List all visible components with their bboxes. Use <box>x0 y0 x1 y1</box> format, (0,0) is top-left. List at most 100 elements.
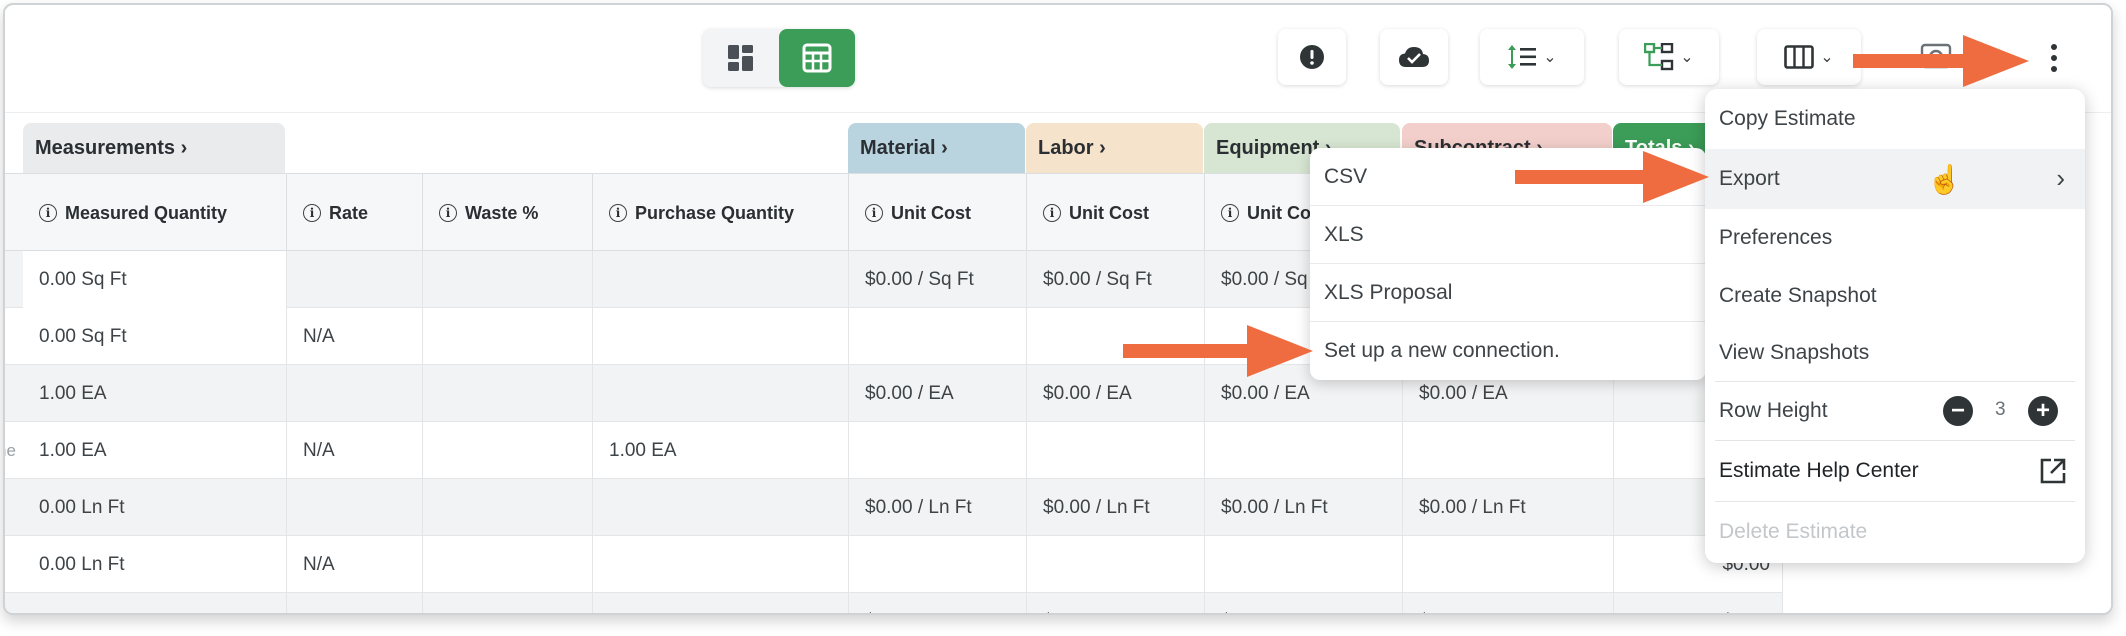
column-header-waste[interactable]: i Waste % <box>423 174 593 252</box>
row-height-item: Row Height − 3 + <box>1705 382 2085 440</box>
table-cell[interactable]: $0.00 / Ln Ft <box>1027 479 1205 536</box>
copy-estimate-item[interactable]: Copy Estimate <box>1705 89 2085 149</box>
info-icon[interactable]: i <box>303 204 321 222</box>
table-cell[interactable]: $0.00 / EA <box>1027 593 1205 613</box>
chevron-down-icon: ⌄ <box>1543 49 1557 66</box>
column-header-rate[interactable]: i Rate <box>287 174 423 252</box>
table-cell[interactable] <box>423 593 593 613</box>
info-icon[interactable]: i <box>609 204 627 222</box>
table-cell[interactable]: $0.00 / EA <box>849 593 1027 613</box>
info-icon[interactable]: i <box>39 204 57 222</box>
column-label: Unit Cost <box>1069 202 1149 223</box>
setup-connection-item[interactable]: Set up a new connection. <box>1310 322 1706 380</box>
table-cell[interactable] <box>593 308 849 365</box>
table-cell[interactable] <box>423 479 593 536</box>
table-cell[interactable]: N/A <box>287 536 423 593</box>
table-cell[interactable] <box>593 251 849 308</box>
help-center-item[interactable]: Estimate Help Center <box>1705 441 2085 501</box>
table-cell[interactable]: $0.00 / Sq Ft <box>849 251 1027 308</box>
table-cell[interactable] <box>849 308 1027 365</box>
hierarchy-dropdown[interactable]: ⌄ <box>1619 29 1719 85</box>
table-cell[interactable] <box>593 479 849 536</box>
table-cell[interactable]: $0.00 / EA <box>1403 593 1614 613</box>
preferences-item[interactable]: Preferences <box>1705 209 2085 267</box>
export-xls-item[interactable]: XLS <box>1310 206 1706 264</box>
column-header-purchase-quantity[interactable]: i Purchase Quantity <box>593 174 849 252</box>
plus-icon[interactable]: + <box>2028 396 2058 426</box>
table-cell[interactable] <box>287 365 423 422</box>
table-cell[interactable] <box>593 365 849 422</box>
chevron-right-icon: › <box>2056 163 2065 193</box>
table-cell[interactable] <box>1027 536 1205 593</box>
table-cell[interactable] <box>849 422 1027 479</box>
more-vertical-icon[interactable] <box>2039 35 2069 81</box>
table-cell[interactable] <box>423 536 593 593</box>
grid-view-button[interactable] <box>779 29 855 87</box>
column-label: Purchase Quantity <box>635 202 795 223</box>
table-cell[interactable] <box>423 251 593 308</box>
table-cell[interactable]: 0.00 Sq Ft <box>23 308 287 365</box>
annotation-arrow-more <box>1853 35 2029 87</box>
column-header-measured-quantity[interactable]: i Measured Quantity <box>23 174 287 252</box>
table-row[interactable]: 0.00 EA$0.00 / EA$0.00 / EA$0.00 / EA$0.… <box>5 593 1783 613</box>
export-item[interactable]: Export ☝ › <box>1705 149 2085 209</box>
table-row[interactable]: 0.00 Ln Ft $0.00 / Ln Ft $0.00 / Ln Ft $0.0… <box>5 479 1783 536</box>
row-spacing-dropdown[interactable]: ⌄ <box>1480 29 1584 85</box>
info-icon[interactable]: i <box>1043 204 1061 222</box>
info-icon[interactable]: i <box>865 204 883 222</box>
table-cell[interactable]: N/A <box>287 422 423 479</box>
table-cell[interactable] <box>849 536 1027 593</box>
table-cell[interactable]: $0.00 / EA <box>849 365 1027 422</box>
columns-dropdown[interactable]: ⌄ <box>1757 29 1861 85</box>
column-label: Rate <box>329 202 369 223</box>
table-cell[interactable] <box>423 422 593 479</box>
columns-icon <box>1784 45 1815 69</box>
create-snapshot-item[interactable]: Create Snapshot <box>1705 267 2085 325</box>
group-label: Labor <box>1038 137 1094 159</box>
table-cell[interactable]: 0.00 Ln Ft <box>23 479 287 536</box>
info-icon[interactable]: i <box>439 204 457 222</box>
group-header-labor[interactable]: Labor › <box>1026 123 1203 173</box>
table-cell[interactable] <box>1027 422 1205 479</box>
group-header-material[interactable]: Material › <box>848 123 1025 173</box>
table-cell[interactable]: $0.00 / Ln Ft <box>849 479 1027 536</box>
sync-button[interactable] <box>1380 29 1448 85</box>
export-xls-proposal-item[interactable]: XLS Proposal <box>1310 264 1706 322</box>
table-cell[interactable] <box>287 251 423 308</box>
view-snapshots-item[interactable]: View Snapshots <box>1705 325 2085 381</box>
table-cell[interactable] <box>1205 422 1403 479</box>
table-cell[interactable]: $0.00 / Sq Ft <box>1027 251 1205 308</box>
column-label: Measured Quantity <box>65 202 228 223</box>
table-cell[interactable] <box>593 593 849 613</box>
table-cell[interactable]: $0.00 / Ln Ft <box>1205 479 1403 536</box>
table-cell[interactable] <box>1403 536 1614 593</box>
table-row[interactable]: 0.00 Ln Ft N/A $0.00 <box>5 536 1783 593</box>
table-cell[interactable] <box>1205 536 1403 593</box>
group-header-measurements[interactable]: Measurements › <box>23 123 285 173</box>
table-cell[interactable]: $0.00 / Ln Ft <box>1403 479 1614 536</box>
table-cell[interactable]: 1.00 EA <box>593 422 849 479</box>
table-cell[interactable] <box>1403 422 1614 479</box>
table-cell[interactable]: 0.00 Sq Ft <box>23 251 287 308</box>
alerts-button[interactable] <box>1278 29 1346 85</box>
table-cell[interactable]: N/A <box>287 308 423 365</box>
table-cell[interactable]: $0.00 <box>1614 593 1783 613</box>
table-row[interactable]: ne1.00 EAN/A1.00 EA <box>5 422 1783 479</box>
table-cell[interactable]: 1.00 EA <box>23 422 287 479</box>
table-cell[interactable] <box>287 593 423 613</box>
minus-icon[interactable]: − <box>1943 396 1973 426</box>
chevron-down-icon: ⌄ <box>1820 49 1834 66</box>
table-cell[interactable]: 1.00 EA <box>23 365 287 422</box>
table-cell[interactable] <box>423 365 593 422</box>
info-icon[interactable]: i <box>1221 204 1239 222</box>
column-header-material-unit-cost[interactable]: i Unit Cost <box>849 174 1027 252</box>
table-cell[interactable] <box>423 308 593 365</box>
dashboard-view-button[interactable] <box>703 29 779 87</box>
table-cell[interactable]: $0.00 / EA <box>1205 593 1403 613</box>
view-toggle-group <box>703 29 855 87</box>
table-cell[interactable] <box>593 536 849 593</box>
table-cell[interactable] <box>287 479 423 536</box>
table-cell[interactable]: 0.00 Ln Ft <box>23 536 287 593</box>
table-cell[interactable]: 0.00 EA <box>23 593 287 613</box>
column-header-labor-unit-cost[interactable]: i Unit Cost <box>1027 174 1205 252</box>
